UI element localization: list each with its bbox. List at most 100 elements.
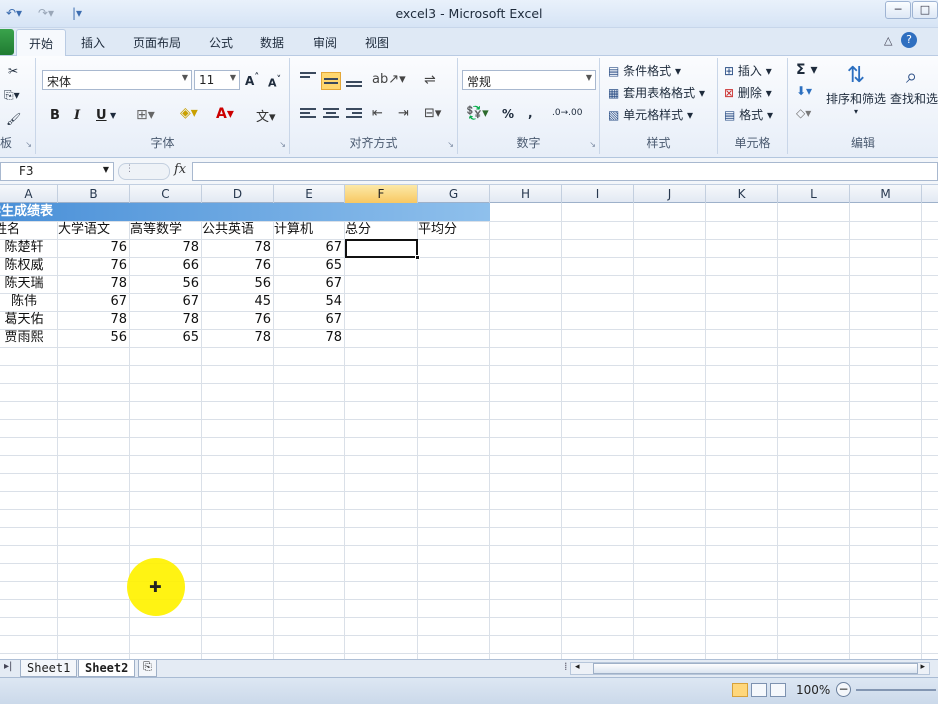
middle-align-icon[interactable] (321, 72, 341, 90)
conditional-format-button[interactable]: ▤ 条件格式 ▾ (608, 62, 681, 79)
column-header-i[interactable]: I (562, 185, 634, 203)
orientation-icon[interactable]: ab↗▾ (372, 72, 406, 87)
cell-a2[interactable]: 姓名 (0, 221, 42, 239)
top-align-icon[interactable] (298, 70, 318, 88)
increase-indent-icon[interactable]: ⇥ (398, 106, 409, 121)
cell-e8[interactable]: 78 (274, 329, 345, 347)
sort-filter-button[interactable]: ⇅ 排序和筛选 ▾ (826, 62, 886, 116)
grow-font-icon[interactable]: A˄ (245, 72, 259, 88)
underline-icon[interactable]: U (96, 108, 107, 123)
number-launcher-icon[interactable]: ↘ (589, 140, 596, 149)
minimize-ribbon-icon[interactable]: △ (884, 34, 892, 47)
zoom-out-icon[interactable]: − (836, 682, 851, 697)
comma-style-icon[interactable]: , (528, 106, 533, 120)
cut-icon[interactable]: ✂ (8, 64, 18, 78)
cell-e2[interactable]: 计算机 (274, 221, 345, 239)
merge-center-icon[interactable]: ⊟▾ (424, 106, 441, 121)
column-header-k[interactable]: K (706, 185, 778, 203)
zoom-level[interactable]: 100% (796, 683, 830, 697)
number-format-box[interactable]: 常规 ▼ (462, 70, 596, 90)
help-icon[interactable]: ? (901, 32, 917, 48)
cell-c4[interactable]: 66 (130, 257, 202, 275)
cell-b8[interactable]: 56 (58, 329, 130, 347)
active-cell-f3[interactable] (345, 239, 420, 260)
formula-input[interactable] (192, 162, 938, 181)
cell-b2[interactable]: 大学语文 (58, 221, 130, 239)
column-header-b[interactable]: B (58, 185, 130, 203)
align-center-icon[interactable] (321, 106, 341, 124)
cell-styles-button[interactable]: ▧ 单元格样式 ▾ (608, 106, 693, 123)
cell-b6[interactable]: 67 (58, 293, 130, 311)
column-header-c[interactable]: C (130, 185, 202, 203)
accounting-format-icon[interactable]: 💱▾ (466, 106, 489, 121)
tab-split-handle[interactable]: ⁞ (564, 660, 568, 673)
shrink-font-icon[interactable]: A˅ (268, 74, 281, 90)
wrap-text-icon[interactable]: ⇌ (424, 72, 436, 88)
cell-c3[interactable]: 78 (130, 239, 202, 257)
column-header-f[interactable]: F (345, 185, 418, 203)
sheet-tab-sheet2[interactable]: Sheet2 (78, 660, 136, 677)
cell-c6[interactable]: 67 (130, 293, 202, 311)
cell-c8[interactable]: 65 (130, 329, 202, 347)
sheet-nav-icon[interactable]: ▸| (4, 661, 12, 672)
sheet-tab-sheet1[interactable]: Sheet1 (20, 660, 78, 677)
tab-view[interactable]: 视图 (365, 34, 389, 51)
normal-view-icon[interactable] (732, 683, 748, 697)
border-icon[interactable]: ⊞▾ (136, 107, 155, 123)
font-size-box[interactable]: 11 ▼ (194, 70, 240, 90)
column-header-g[interactable]: G (418, 185, 490, 203)
font-launcher-icon[interactable]: ↘ (279, 140, 286, 149)
alignment-launcher-icon[interactable]: ↘ (447, 140, 454, 149)
clipboard-launcher-icon[interactable]: ↘ (25, 140, 32, 149)
scroll-left-icon[interactable]: ◂ (575, 662, 580, 672)
decrease-indent-icon[interactable]: ⇤ (372, 106, 383, 121)
insert-cells-button[interactable]: ⊞ 插入 ▾ (724, 62, 772, 79)
percent-style-icon[interactable]: % (502, 107, 514, 121)
cell-g2[interactable]: 平均分 (418, 221, 490, 239)
cell-a7[interactable]: 葛天佑 (0, 311, 48, 329)
font-color-icon[interactable]: A▾ (216, 106, 234, 122)
insert-sheet-icon[interactable]: ⎘ (138, 660, 157, 677)
column-header-d[interactable]: D (202, 185, 274, 203)
cell-d4[interactable]: 76 (202, 257, 274, 275)
file-tab[interactable] (0, 29, 14, 55)
copy-icon[interactable]: ⎘▾ (4, 88, 20, 103)
cell-a8[interactable]: 贾雨熙 (0, 329, 48, 347)
fill-handle[interactable] (415, 255, 420, 260)
column-header-j[interactable]: J (634, 185, 706, 203)
align-left-icon[interactable] (298, 106, 318, 124)
cell-d3[interactable]: 78 (202, 239, 274, 257)
cell-a4[interactable]: 陈权威 (0, 257, 48, 275)
tab-insert[interactable]: 插入 (81, 34, 105, 51)
format-cells-button[interactable]: ▤ 格式 ▾ (724, 106, 773, 123)
horizontal-scrollbar[interactable]: ◂ ▸ (570, 662, 930, 675)
sheet-banner-title[interactable]: 学生成绩表 (0, 203, 490, 221)
zoom-slider[interactable] (856, 689, 936, 691)
cell-d7[interactable]: 76 (202, 311, 274, 329)
italic-icon[interactable]: I (74, 108, 80, 123)
tab-review[interactable]: 审阅 (313, 34, 337, 51)
cell-f2[interactable]: 总分 (345, 221, 418, 239)
tab-home[interactable]: 开始 (16, 29, 67, 57)
font-name-box[interactable]: 宋体 ▼ (42, 70, 192, 90)
bold-icon[interactable]: B (50, 108, 60, 123)
cell-d8[interactable]: 78 (202, 329, 274, 347)
cell-b5[interactable]: 78 (58, 275, 130, 293)
minimize-button[interactable]: ─ (885, 1, 911, 19)
cell-e6[interactable]: 54 (274, 293, 345, 311)
cell-d2[interactable]: 公共英语 (202, 221, 274, 239)
cell-c7[interactable]: 78 (130, 311, 202, 329)
tab-page-layout[interactable]: 页面布局 (133, 34, 181, 51)
cell-d5[interactable]: 56 (202, 275, 274, 293)
align-right-icon[interactable] (344, 106, 364, 124)
format-as-table-button[interactable]: ▦ 套用表格格式 ▾ (608, 84, 705, 101)
fill-icon[interactable]: ⬇▾ (796, 84, 812, 98)
delete-cells-button[interactable]: ⊠ 删除 ▾ (724, 84, 772, 101)
column-header-l[interactable]: L (778, 185, 850, 203)
cell-e4[interactable]: 65 (274, 257, 345, 275)
phonetic-icon[interactable]: 文▾ (256, 106, 276, 125)
fill-color-icon[interactable]: ◈▾ (180, 105, 198, 121)
cell-a5[interactable]: 陈天瑞 (0, 275, 48, 293)
column-header-a[interactable]: A (0, 185, 58, 203)
maximize-button[interactable]: □ (912, 1, 938, 19)
